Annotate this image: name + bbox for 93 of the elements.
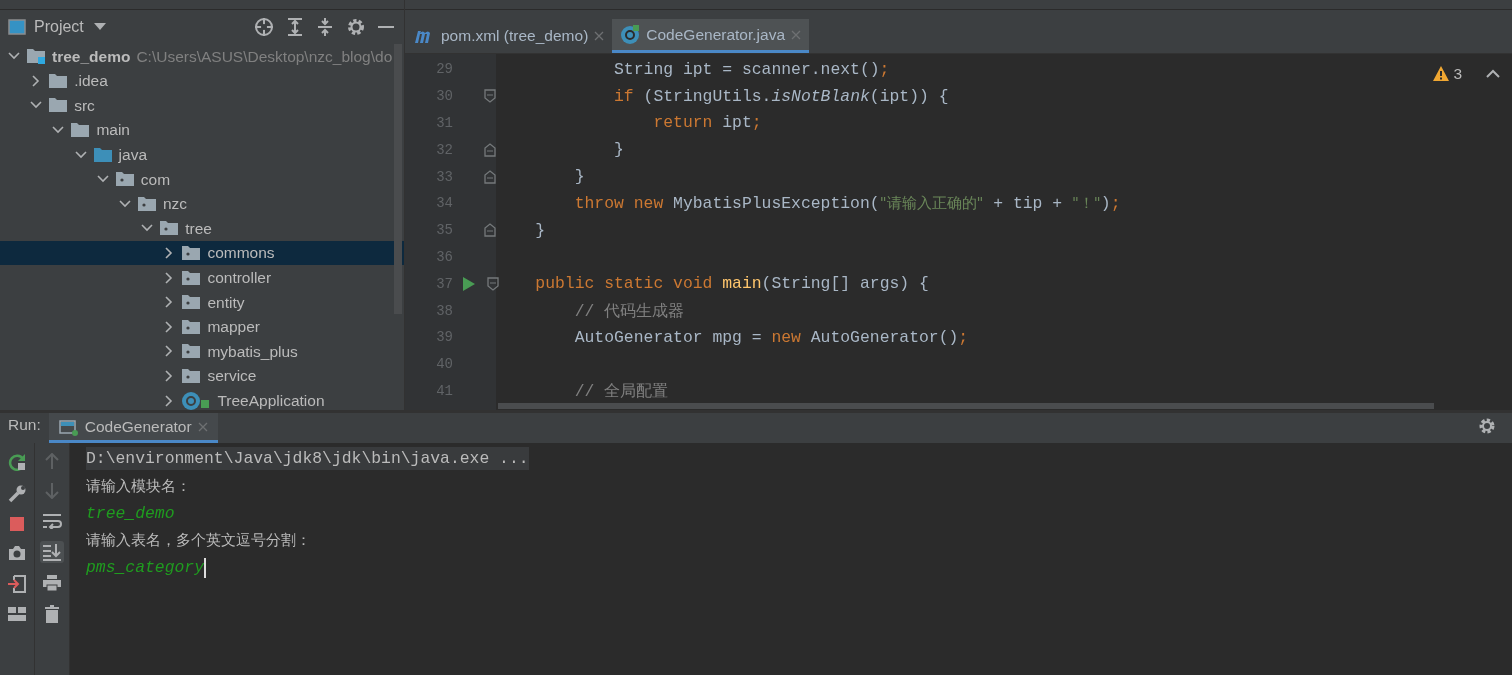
stop-icon[interactable]	[8, 515, 26, 533]
folder-icon	[92, 145, 113, 164]
tree-item[interactable]: com	[0, 166, 404, 192]
layout-icon[interactable]	[6, 605, 28, 623]
code-line: String ipt = scanner.next();	[613, 59, 890, 79]
chevron-up-icon[interactable]	[1486, 69, 1500, 79]
item-label: service	[207, 366, 257, 387]
code-line: }	[613, 140, 624, 160]
item-label: java	[118, 145, 148, 166]
package-icon	[114, 170, 135, 189]
chevron-icon	[74, 148, 87, 161]
tab-label[interactable]: pom.xml (tree_demo)	[441, 24, 589, 48]
tree-item[interactable]: service	[0, 363, 404, 389]
wrap-icon[interactable]	[40, 511, 64, 531]
tree-item[interactable]: tree	[0, 216, 404, 241]
file-path: C:\Users\ASUS\Desktop\nzc_blog\do	[136, 46, 393, 67]
tree-item[interactable]: TreeApplication	[0, 388, 404, 410]
window-icon	[8, 19, 26, 35]
package-icon	[181, 342, 202, 361]
fold-icon[interactable]	[484, 142, 496, 157]
code-line: AutoGenerator mpg = new AutoGenerator();	[573, 327, 969, 347]
code-line: // 代码生成器	[573, 300, 685, 322]
scroll-end-icon[interactable]	[40, 541, 64, 563]
fold-icon[interactable]	[487, 276, 499, 291]
item-label: commons	[207, 243, 275, 264]
tree-item[interactable]: mapper	[0, 314, 404, 340]
code-line: throw new MybatisPlusException("请输入正确的" + tip + "！");	[573, 193, 1121, 213]
code-line: }	[534, 220, 546, 240]
code-line: if (StringUtils.isNotBlank(ipt)) {	[613, 86, 949, 106]
console-line: 请输入表名，多个英文逗号分割：	[86, 530, 311, 552]
item-label: tree_demo	[52, 46, 131, 67]
editor-tab[interactable]: pom.xml (tree_demo)	[405, 19, 613, 53]
tree-item[interactable]: entity	[0, 289, 404, 315]
fold-icon[interactable]	[484, 223, 496, 238]
run-icon[interactable]	[463, 276, 475, 291]
package-icon	[181, 293, 202, 312]
package-icon	[181, 367, 202, 385]
minimize-icon[interactable]	[376, 23, 396, 31]
folder-icon	[48, 96, 69, 115]
item-label: nzc	[163, 194, 188, 215]
item-label: .idea	[74, 71, 108, 92]
folder-icon	[48, 71, 69, 90]
item-label: mapper	[207, 317, 260, 338]
console-line: tree_demo	[86, 503, 175, 523]
console-window-icon	[58, 417, 79, 436]
tree-item[interactable]: commons	[0, 240, 404, 266]
warning-icon[interactable]	[1433, 66, 1450, 82]
chevron-icon	[119, 197, 131, 210]
item-label: mybatis_plus	[207, 341, 298, 362]
item-label: main	[96, 120, 130, 141]
code-line: // 全局配置	[573, 380, 669, 402]
trash-icon[interactable]	[43, 603, 61, 625]
folder-icon	[70, 121, 91, 140]
wrench-icon[interactable]	[6, 483, 28, 505]
item-label: src	[74, 95, 95, 116]
tab-label[interactable]: CodeGenerator.java	[646, 22, 786, 47]
tree-item[interactable]: main	[0, 117, 404, 143]
item-label: tree	[185, 218, 212, 239]
panel-label: Run:	[7, 414, 42, 435]
package-icon	[181, 244, 202, 263]
locate-icon[interactable]	[252, 15, 276, 39]
import-icon[interactable]	[6, 573, 28, 595]
tree-item[interactable]: .idea	[0, 68, 404, 94]
item-label: com	[140, 169, 171, 190]
module-icon	[26, 47, 46, 66]
print-icon[interactable]	[41, 573, 63, 593]
fold-icon[interactable]	[484, 89, 496, 104]
package-icon	[137, 194, 157, 213]
tab-label[interactable]: CodeGenerator	[84, 414, 192, 439]
console-line: 请输入模块名：	[86, 475, 191, 497]
code-line: return ipt;	[652, 113, 762, 133]
fold-icon[interactable]	[484, 169, 496, 184]
tree-item[interactable]: mybatis_plus	[0, 339, 404, 364]
item-label: controller	[207, 268, 272, 288]
tree-item[interactable]: controller	[0, 265, 404, 290]
camera-icon[interactable]	[6, 543, 28, 563]
tree-item[interactable]: src	[0, 93, 404, 118]
tree-item[interactable]: java	[0, 142, 404, 167]
code-line: public static void main(String[] args) {	[534, 274, 929, 294]
package-icon	[159, 219, 180, 238]
panel-title[interactable]: Project	[34, 15, 84, 39]
editor-tab[interactable]: CodeGenerator.java	[612, 19, 810, 53]
item-label: TreeApplication	[217, 391, 325, 410]
console-line: pms_category	[86, 558, 205, 578]
item-label: entity	[207, 292, 245, 313]
warning-count[interactable]: 3	[1453, 62, 1462, 86]
run-tab[interactable]: CodeGenerator	[48, 413, 218, 443]
class-icon	[620, 24, 641, 45]
package-icon	[181, 268, 202, 287]
tree-item[interactable]: tree_demo C:\Users\ASUS\Desktop\nzc_blog\do	[0, 44, 404, 69]
package-icon	[181, 317, 202, 336]
code-line: }	[573, 167, 585, 187]
tree-item[interactable]: nzc	[0, 191, 404, 217]
